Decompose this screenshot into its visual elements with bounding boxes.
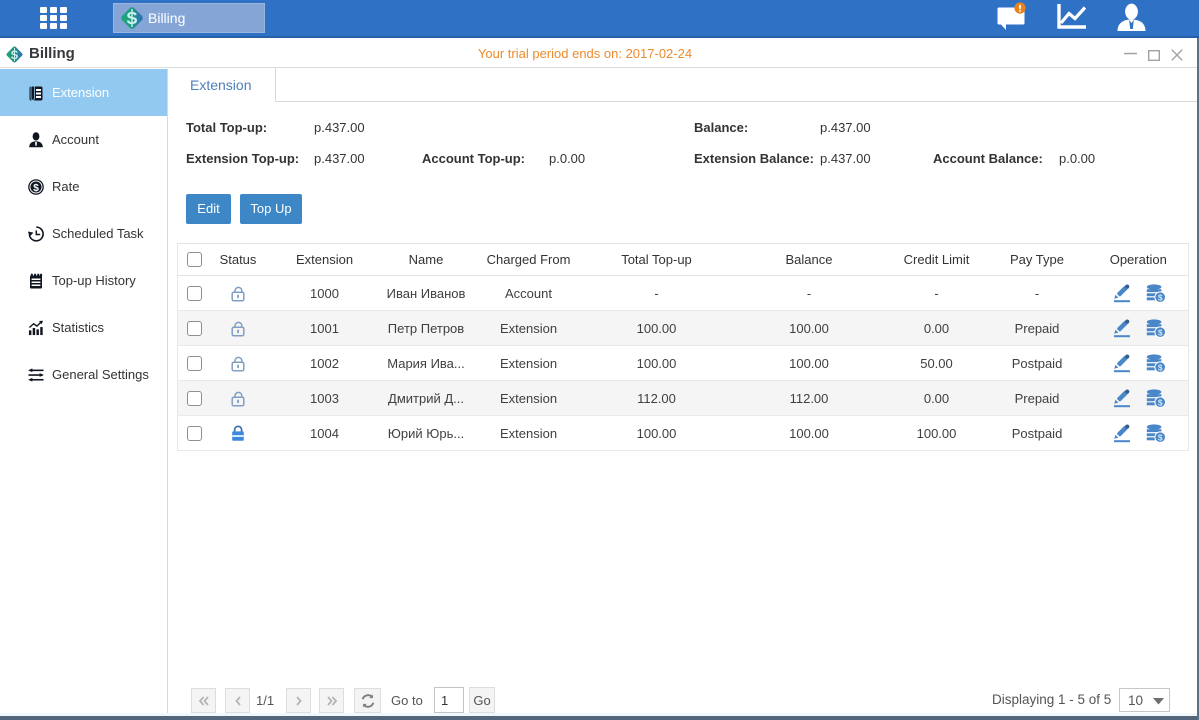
svg-text:$: $ xyxy=(1157,328,1162,338)
svg-text:$: $ xyxy=(1157,398,1162,408)
svg-text:$: $ xyxy=(1157,363,1162,373)
svg-text:$: $ xyxy=(33,182,39,193)
svg-text:$: $ xyxy=(1157,433,1162,443)
svg-text:$: $ xyxy=(1157,293,1162,303)
svg-text:S: S xyxy=(126,8,137,28)
